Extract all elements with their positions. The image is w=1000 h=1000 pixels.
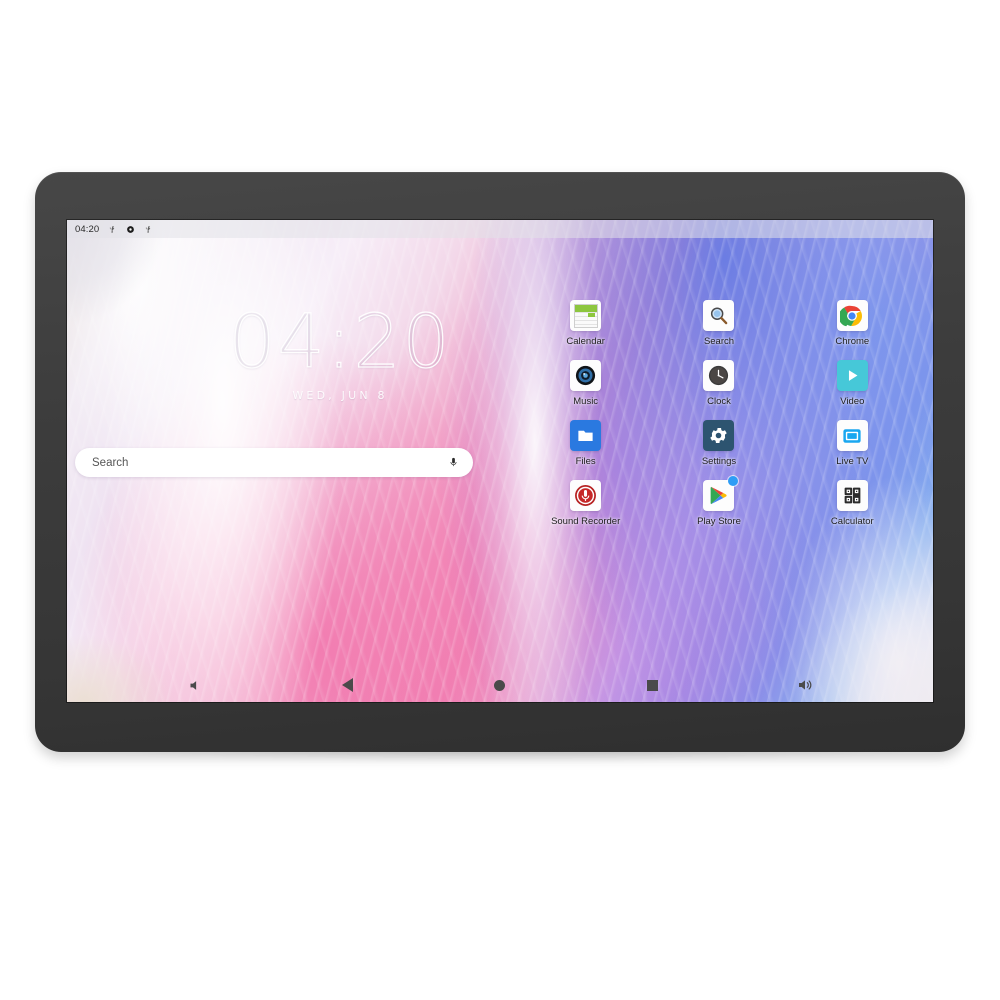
app-icon-video[interactable]: Video (786, 360, 919, 407)
screenshot-root: 04:20 04:20 WED, JUN 8 Search (0, 0, 1000, 1000)
app-label: Settings (701, 456, 737, 467)
app-label: Files (575, 456, 596, 467)
app-icon-files[interactable]: Files (519, 420, 652, 467)
volume-up-icon[interactable] (790, 670, 820, 700)
app-label: Video (840, 396, 865, 407)
circle-home-icon[interactable] (485, 670, 515, 700)
app-label: Live TV (836, 456, 869, 467)
app-icon-music[interactable]: Music (519, 360, 652, 407)
chrome-icon (836, 300, 868, 331)
app-icon-sound-recorder[interactable]: Sound Recorder (519, 480, 652, 527)
app-label: Play Store (697, 516, 741, 527)
magnifier-icon (703, 300, 735, 331)
search-input[interactable]: Search (75, 457, 443, 469)
tv-icon (836, 420, 868, 451)
app-label: Calculator (830, 516, 874, 527)
calculator-keypad-icon (836, 480, 868, 511)
status-bar-clock: 04:20 (75, 223, 100, 235)
volume-down-icon[interactable] (180, 670, 210, 700)
tablet-device-frame: 04:20 04:20 WED, JUN 8 Search (35, 172, 965, 752)
usb-debug-icon (146, 225, 151, 232)
app-label: Chrome (835, 336, 870, 347)
triangle-back-icon[interactable] (333, 670, 363, 700)
app-icon-calculator[interactable]: Calculator (786, 480, 919, 527)
app-label: Music (573, 396, 599, 407)
video-play-icon (836, 360, 868, 391)
calendar-icon (570, 300, 602, 331)
location-icon (127, 225, 135, 233)
status-bar[interactable]: 04:20 (67, 220, 933, 238)
app-label: Sound Recorder (551, 516, 621, 527)
play-store-icon (703, 476, 739, 511)
notification-badge (728, 476, 739, 486)
app-icon-calendar[interactable]: Calendar (519, 300, 652, 347)
microphone-icon[interactable] (443, 455, 463, 470)
app-label: Clock (707, 396, 731, 407)
folder-icon (570, 420, 602, 451)
usb-icon (110, 225, 115, 232)
app-icon-search[interactable]: Search (652, 300, 785, 347)
app-icon-play-store[interactable]: Play Store (652, 476, 785, 527)
record-mic-icon (570, 480, 602, 511)
tablet-screen: 04:20 04:20 WED, JUN 8 Search (67, 220, 933, 702)
app-label: Calendar (566, 336, 605, 347)
app-icon-clock[interactable]: Clock (652, 360, 785, 407)
app-label: Search (703, 336, 735, 347)
analog-clock-icon (703, 360, 735, 391)
square-recents-icon[interactable] (637, 670, 667, 700)
search-bar[interactable]: Search (75, 448, 473, 477)
app-grid: Calendar Search Chrome Music Clock Video… (519, 300, 919, 527)
music-speaker-icon (570, 360, 602, 391)
navigation-bar (67, 668, 933, 702)
gear-icon (703, 420, 735, 451)
app-icon-chrome[interactable]: Chrome (786, 300, 919, 347)
app-icon-live-tv[interactable]: Live TV (786, 420, 919, 467)
app-icon-settings[interactable]: Settings (652, 420, 785, 467)
